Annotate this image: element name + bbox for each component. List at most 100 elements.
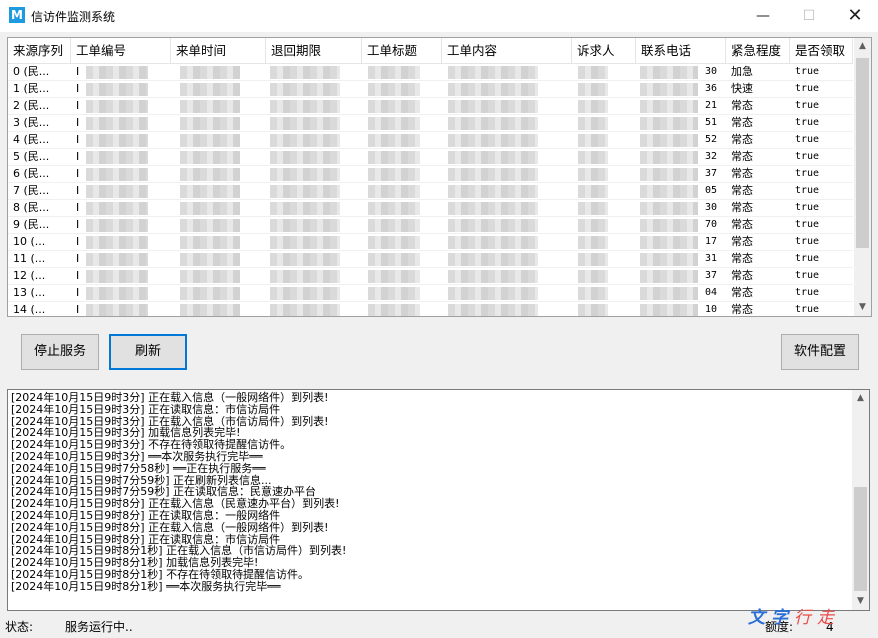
table-cell-phone_tail: 37 <box>705 270 718 281</box>
column-header[interactable]: 退回期限 <box>266 38 362 63</box>
redacted-cell <box>448 219 538 232</box>
redacted-cell <box>368 168 420 181</box>
redacted-cell <box>180 134 240 147</box>
redacted-cell <box>86 100 148 113</box>
log-line: [2024年10月15日9时8分] 正在载入信息（一般网络件）到列表! <box>11 520 329 534</box>
redacted-cell <box>270 66 340 79</box>
maximize-button[interactable]: ☐ <box>786 0 832 32</box>
work-order-table[interactable]: 来源序列 工单编号 来单时间 退回期限 工单标题 工单内容 诉求人 联系电话 紧急程度 是否领取 … <box>7 37 872 317</box>
redacted-cell <box>368 100 420 113</box>
redacted-cell <box>448 304 538 316</box>
table-cell-source: 0 (民... <box>13 65 50 78</box>
redacted-cell <box>270 304 340 316</box>
table-cell-claimed: true <box>795 151 820 162</box>
table-row[interactable]: 4 (民... I 52 常态 true <box>8 132 853 149</box>
column-header[interactable]: 诉求人 <box>572 38 636 63</box>
log-textbox[interactable]: [2024年10月15日9时3分] 正在载入信息（一般网络件）到列表! [2024… <box>7 389 870 611</box>
redacted-cell <box>368 270 420 283</box>
redacted-cell <box>578 270 608 283</box>
redacted-cell <box>640 304 698 316</box>
stop-service-button[interactable]: 停止服务 <box>21 334 99 370</box>
close-button[interactable]: ✕ <box>832 0 878 32</box>
redacted-cell <box>86 117 148 130</box>
redacted-cell <box>578 287 608 300</box>
table-cell-id: I <box>76 116 80 129</box>
table-cell-urgency: 常态 <box>731 286 753 299</box>
table-row[interactable]: 2 (民... I 21 常态 true <box>8 98 853 115</box>
column-header[interactable]: 工单标题 <box>362 38 442 63</box>
log-scrollbar[interactable]: ▲ ▼ <box>852 390 869 610</box>
table-row[interactable]: 6 (民... I 37 常态 true <box>8 166 853 183</box>
table-cell-claimed: true <box>795 185 820 196</box>
column-header[interactable]: 联系电话 <box>636 38 726 63</box>
table-cell-claimed: true <box>795 100 820 111</box>
table-cell-urgency: 常态 <box>731 150 753 163</box>
table-row[interactable]: 13 (... I 04 常态 true <box>8 285 853 302</box>
table-cell-source: 7 (民... <box>13 184 50 197</box>
table-cell-source: 3 (民... <box>13 116 50 129</box>
table-row[interactable]: 5 (民... I 32 常态 true <box>8 149 853 166</box>
redacted-cell <box>180 236 240 249</box>
status-bar: 状态: 服务运行中.. 额度: 4 <box>0 617 878 638</box>
redacted-cell <box>578 100 608 113</box>
table-row[interactable]: 8 (民... I 30 常态 true <box>8 200 853 217</box>
table-cell-claimed: true <box>795 117 820 128</box>
watermark: 文字行走 <box>748 603 840 628</box>
scroll-thumb[interactable] <box>856 58 869 248</box>
table-cell-claimed: true <box>795 270 820 281</box>
scroll-thumb[interactable] <box>854 487 867 591</box>
table-cell-phone_tail: 21 <box>705 100 718 111</box>
refresh-button[interactable]: 刷新 <box>109 334 187 370</box>
table-row[interactable]: 9 (民... I 70 常态 true <box>8 217 853 234</box>
table-row[interactable]: 3 (民... I 51 常态 true <box>8 115 853 132</box>
minimize-button[interactable]: — <box>740 0 786 32</box>
redacted-cell <box>86 304 148 316</box>
table-cell-source: 5 (民... <box>13 150 50 163</box>
table-cell-id: I <box>76 252 80 265</box>
redacted-cell <box>578 185 608 198</box>
table-row[interactable]: 7 (民... I 05 常态 true <box>8 183 853 200</box>
table-cell-source: 14 (... <box>13 303 46 316</box>
column-header[interactable]: 工单内容 <box>442 38 572 63</box>
scroll-down-icon[interactable]: ▼ <box>854 299 871 316</box>
log-line: [2024年10月15日9时8分1秒] ══本次服务执行完毕══ <box>11 579 281 593</box>
redacted-cell <box>86 83 148 96</box>
redacted-cell <box>86 202 148 215</box>
redacted-cell <box>180 100 240 113</box>
redacted-cell <box>448 83 538 96</box>
table-cell-claimed: true <box>795 202 820 213</box>
redacted-cell <box>578 253 608 266</box>
table-header: 来源序列 工单编号 来单时间 退回期限 工单标题 工单内容 诉求人 联系电话 紧急程度 是否领取 <box>8 38 853 64</box>
table-cell-id: I <box>76 218 80 231</box>
column-header[interactable]: 来单时间 <box>171 38 266 63</box>
column-header[interactable]: 工单编号 <box>71 38 171 63</box>
log-lines: [2024年10月15日9时3分] 正在载入信息（一般网络件）到列表! [2024… <box>11 392 346 593</box>
redacted-cell <box>180 185 240 198</box>
table-row[interactable]: 12 (... I 37 常态 true <box>8 268 853 285</box>
table-cell-id: I <box>76 303 80 316</box>
table-cell-phone_tail: 32 <box>705 151 718 162</box>
redacted-cell <box>180 219 240 232</box>
table-row[interactable]: 10 (... I 17 常态 true <box>8 234 853 251</box>
table-cell-id: I <box>76 99 80 112</box>
column-header[interactable]: 是否领取 <box>790 38 853 63</box>
scroll-up-icon[interactable]: ▲ <box>852 390 869 407</box>
scroll-down-icon[interactable]: ▼ <box>852 593 869 610</box>
table-row[interactable]: 1 (民... I 36 快速 true <box>8 81 853 98</box>
column-header[interactable]: 来源序列 <box>8 38 71 63</box>
redacted-cell <box>448 185 538 198</box>
settings-button[interactable]: 软件配置 <box>781 334 859 370</box>
table-scrollbar[interactable]: ▲ ▼ <box>854 38 871 316</box>
redacted-cell <box>270 287 340 300</box>
redacted-cell <box>180 168 240 181</box>
redacted-cell <box>578 83 608 96</box>
table-row[interactable]: 11 (... I 31 常态 true <box>8 251 853 268</box>
table-cell-source: 4 (民... <box>13 133 50 146</box>
table-row[interactable]: 0 (民... I 30 加急 true <box>8 64 853 81</box>
scroll-up-icon[interactable]: ▲ <box>854 38 871 55</box>
redacted-cell <box>270 185 340 198</box>
table-cell-urgency: 常态 <box>731 235 753 248</box>
column-header[interactable]: 紧急程度 <box>726 38 790 63</box>
redacted-cell <box>86 134 148 147</box>
table-row[interactable]: 14 (... I 10 常态 true <box>8 302 853 316</box>
